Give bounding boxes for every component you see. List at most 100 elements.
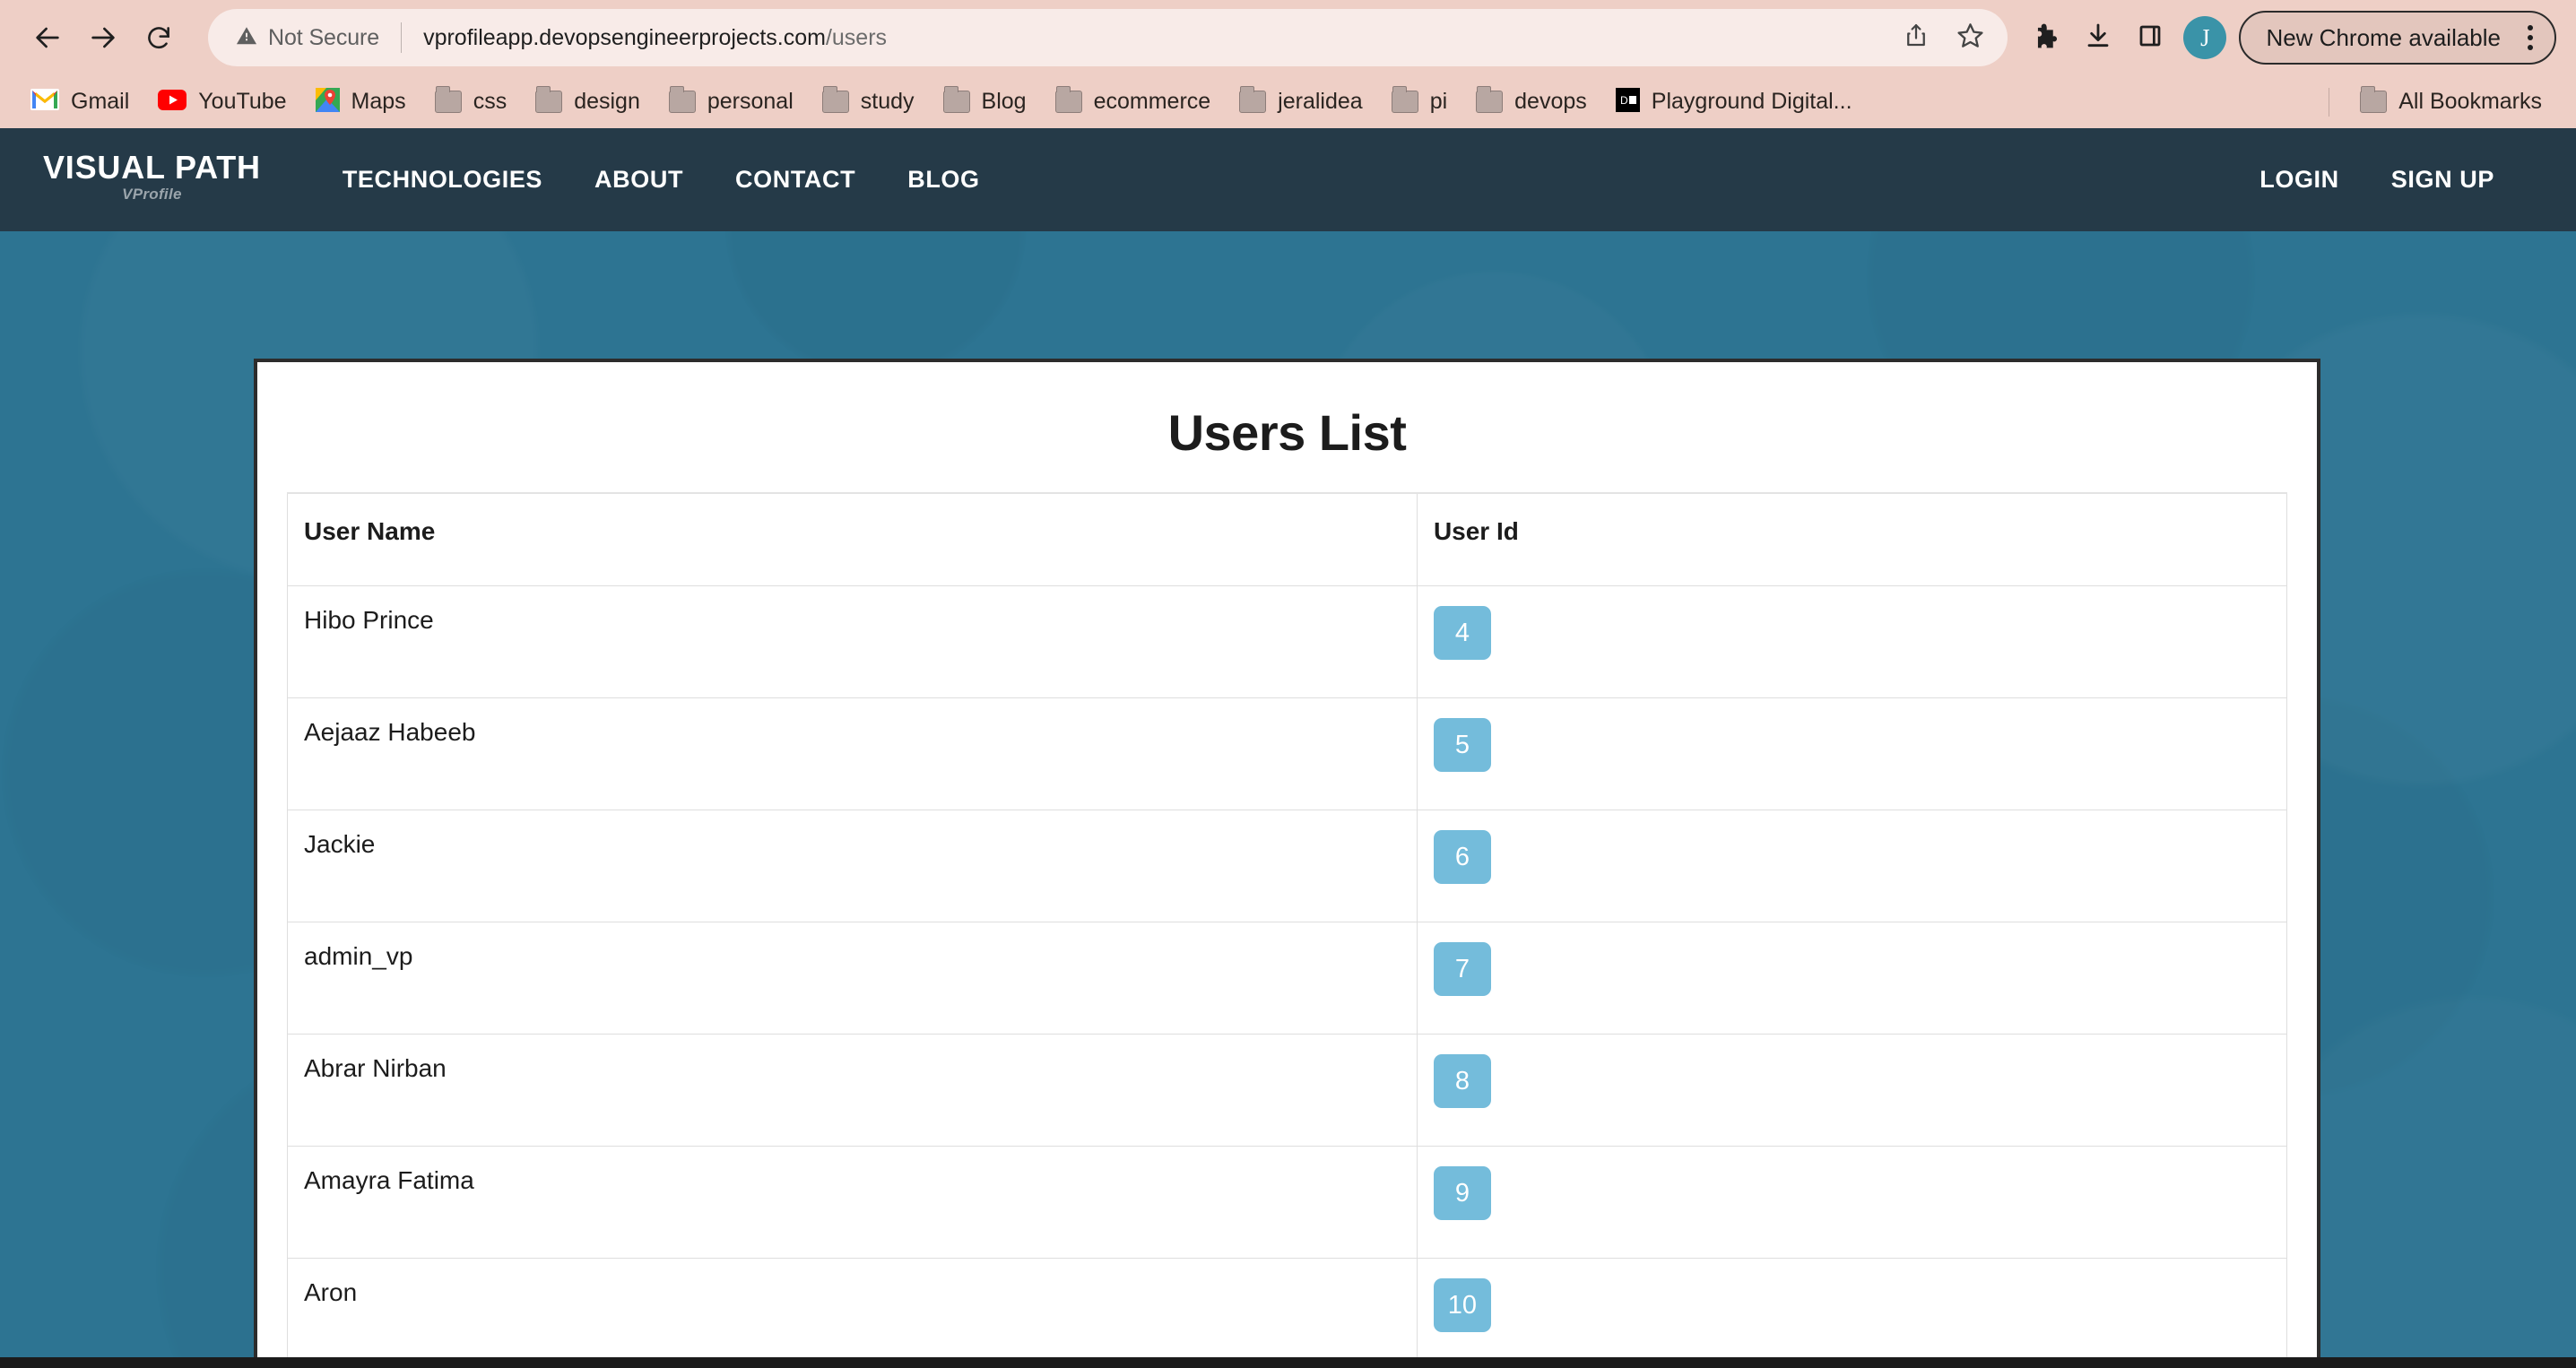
cell-user-name: Abrar Nirban <box>287 1034 1418 1147</box>
bookmark-blog[interactable]: Blog <box>929 83 1041 120</box>
bookmark-jeralidea[interactable]: jeralidea <box>1225 83 1377 120</box>
bookmark-css[interactable]: css <box>421 83 522 120</box>
main-nav-links: TECHNOLOGIES ABOUT CONTACT BLOG <box>317 166 1006 194</box>
chrome-update-button[interactable]: New Chrome available <box>2239 11 2556 65</box>
cell-user-name: Aejaaz Habeeb <box>287 697 1418 810</box>
svg-text:D: D <box>1620 94 1628 107</box>
folder-icon <box>1391 86 1418 113</box>
cell-user-id: 5 <box>1416 697 2288 810</box>
cell-user-name: Amayra Fatima <box>287 1146 1418 1259</box>
user-id-badge[interactable]: 4 <box>1433 606 1491 660</box>
security-indicator[interactable]: Not Secure <box>235 24 379 52</box>
bookmark-pi[interactable]: pi <box>1377 83 1461 120</box>
all-bookmarks-label: All Bookmarks <box>2398 89 2542 114</box>
user-id-badge[interactable]: 9 <box>1433 1166 1491 1220</box>
forward-button[interactable] <box>75 10 131 65</box>
user-id-badge[interactable]: 8 <box>1433 1054 1491 1108</box>
cell-user-id: 4 <box>1416 585 2288 698</box>
all-bookmarks-button[interactable]: All Bookmarks <box>2346 83 2556 120</box>
star-icon[interactable] <box>1956 22 1984 54</box>
table-row: Jackie 6 <box>287 810 2288 922</box>
folder-icon <box>2360 86 2388 113</box>
cell-user-name: Aron <box>287 1258 1418 1368</box>
share-icon[interactable] <box>1903 22 1930 54</box>
folder-icon <box>668 86 696 113</box>
bookmark-label: personal <box>707 89 794 114</box>
folder-icon <box>1476 86 1504 113</box>
profile-avatar[interactable]: J <box>2183 16 2227 59</box>
three-dot-menu-icon[interactable] <box>2520 25 2540 50</box>
google-maps-icon <box>315 87 340 117</box>
folder-icon <box>1054 86 1082 113</box>
folder-icon <box>942 86 970 113</box>
column-header-user-id: User Id <box>1416 492 2288 586</box>
users-list-card: Users List User Name User Id Hibo Prince… <box>254 359 2320 1368</box>
forward-arrow-icon <box>88 22 118 53</box>
playground-digital-icon: D <box>1615 87 1640 117</box>
bookmark-label: Playground Digital... <box>1651 89 1852 114</box>
extensions-button[interactable] <box>2020 12 2072 64</box>
cell-user-name: Hibo Prince <box>287 585 1418 698</box>
table-row: Aejaaz Habeeb 5 <box>287 697 2288 810</box>
bookmark-maps[interactable]: Maps <box>301 82 421 122</box>
user-id-badge[interactable]: 6 <box>1433 830 1491 884</box>
page-title: Users List <box>1167 404 1407 461</box>
bookmark-label: pi <box>1429 89 1448 114</box>
reload-button[interactable] <box>131 10 186 65</box>
url-text: vprofileapp.devopsengineerprojects.com/u… <box>423 25 1885 51</box>
address-bar[interactable]: Not Secure vprofileapp.devopsengineerpro… <box>208 9 2008 66</box>
brand-tagline: VProfile <box>122 185 182 203</box>
nav-item-technologies[interactable]: TECHNOLOGIES <box>317 166 568 194</box>
bookmark-label: design <box>574 89 640 114</box>
bookmark-label: YouTube <box>198 89 287 114</box>
back-button[interactable] <box>20 10 75 65</box>
puzzle-piece-icon <box>2032 22 2060 55</box>
nav-item-contact[interactable]: CONTACT <box>709 166 881 194</box>
user-id-badge[interactable]: 5 <box>1433 718 1491 772</box>
table-row: admin_vp 7 <box>287 922 2288 1035</box>
table-row: Hibo Prince 4 <box>287 585 2288 698</box>
nav-item-about[interactable]: ABOUT <box>568 166 709 194</box>
nav-item-login[interactable]: LOGIN <box>2233 166 2365 194</box>
url-host: vprofileapp.devopsengineerprojects.com <box>423 24 826 50</box>
cell-user-id: 10 <box>1416 1258 2288 1368</box>
user-id-badge[interactable]: 10 <box>1433 1278 1491 1332</box>
table-row: Abrar Nirban 8 <box>287 1034 2288 1147</box>
users-table-wrapper: User Name User Id Hibo Prince 4 Aejaaz H… <box>257 492 2317 1368</box>
bookmark-study[interactable]: study <box>808 83 929 120</box>
bookmark-label: study <box>860 89 915 114</box>
table-row: Amayra Fatima 9 <box>287 1146 2288 1259</box>
bookmark-label: devops <box>1514 89 1587 114</box>
brand-logo[interactable]: VISUAL PATH VProfile <box>43 151 261 209</box>
bookmark-ecommerce[interactable]: ecommerce <box>1041 83 1226 120</box>
bookmark-label: jeralidea <box>1278 89 1363 114</box>
bookmark-design[interactable]: design <box>521 83 655 120</box>
table-header-row: User Name User Id <box>287 492 2288 586</box>
folder-icon <box>821 86 849 113</box>
chrome-update-label: New Chrome available <box>2266 23 2501 51</box>
folder-icon <box>535 86 563 113</box>
cell-user-id: 7 <box>1416 922 2288 1035</box>
bookmark-youtube[interactable]: YouTube <box>143 83 300 120</box>
side-panel-button[interactable] <box>2124 12 2176 64</box>
bookmark-label: css <box>473 89 507 114</box>
reload-icon <box>144 23 173 52</box>
folder-icon <box>1239 86 1267 113</box>
user-id-badge[interactable]: 7 <box>1433 942 1491 996</box>
table-row: Aron 10 <box>287 1258 2288 1368</box>
screen-bottom-edge <box>0 1357 2576 1368</box>
nav-item-signup[interactable]: SIGN UP <box>2365 166 2520 194</box>
downloads-button[interactable] <box>2072 12 2124 64</box>
site-navbar: VISUAL PATH VProfile TECHNOLOGIES ABOUT … <box>0 128 2576 231</box>
cell-user-name: admin_vp <box>287 922 1418 1035</box>
side-panel-icon <box>2137 22 2164 54</box>
bookmark-gmail[interactable]: Gmail <box>16 83 143 120</box>
folder-icon <box>434 86 462 113</box>
toolbar-actions: J New Chrome available <box>2020 11 2556 65</box>
nav-item-blog[interactable]: BLOG <box>881 166 1005 194</box>
bookmark-playground-digital[interactable]: D Playground Digital... <box>1601 82 1867 122</box>
bookmark-devops[interactable]: devops <box>1461 83 1601 120</box>
bookmark-personal[interactable]: personal <box>655 83 808 120</box>
bookmarks-bar: Gmail YouTube Maps css design personal s… <box>0 75 2576 128</box>
warning-triangle-icon <box>235 24 258 52</box>
